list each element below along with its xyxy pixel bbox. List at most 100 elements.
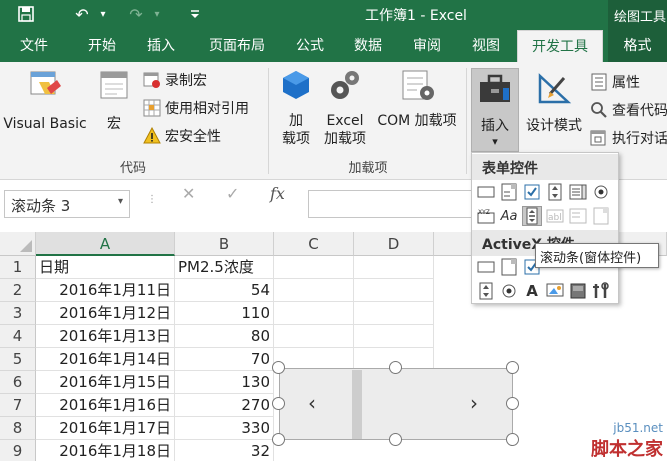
scrollbar-form-control[interactable]: ‹ › [279, 368, 513, 440]
scroll-thumb[interactable] [352, 370, 362, 439]
redo-dropdown-icon[interactable]: ▾ [150, 3, 164, 25]
macros-button[interactable]: 宏 [92, 68, 136, 134]
enter-icon[interactable]: ✓ [226, 184, 239, 203]
visual-basic-button[interactable]: Visual Basic [2, 68, 88, 134]
resize-handle-top-right[interactable] [506, 361, 519, 374]
button-control-icon[interactable] [476, 182, 496, 202]
resize-handle-middle-left[interactable] [272, 397, 285, 410]
text-field-control-icon[interactable]: abl [545, 206, 565, 226]
cell-d3[interactable] [354, 302, 434, 325]
cell-a2[interactable]: 2016年1月11日 [36, 279, 175, 302]
combo-dropdown-edit-control-icon[interactable] [591, 206, 611, 226]
customize-qat-icon[interactable] [186, 3, 204, 25]
activex-image-icon[interactable] [545, 281, 565, 301]
row-header-8[interactable]: 8 [0, 417, 36, 440]
name-box-dropdown-icon[interactable]: ▾ [118, 196, 123, 207]
undo-icon[interactable]: ↶ [70, 3, 94, 25]
cell-b1[interactable]: PM2.5浓度 [175, 256, 274, 279]
select-all-corner[interactable] [0, 232, 36, 256]
resize-handle-middle-right[interactable] [506, 397, 519, 410]
row-header-9[interactable]: 9 [0, 440, 36, 461]
tab-file[interactable]: 文件 [10, 30, 58, 62]
resize-handle-bottom-middle[interactable] [389, 433, 402, 446]
cell-a3[interactable]: 2016年1月12日 [36, 302, 175, 325]
row-header-4[interactable]: 4 [0, 325, 36, 348]
use-relative-refs-button[interactable]: 使用相对引用 [143, 98, 249, 118]
cell-b4[interactable]: 80 [175, 325, 274, 348]
resize-handle-bottom-right[interactable] [506, 433, 519, 446]
tab-data[interactable]: 数据 [344, 30, 392, 62]
tab-page-layout[interactable]: 页面布局 [200, 30, 274, 62]
scroll-left-arrow[interactable]: ‹ [308, 391, 316, 415]
checkbox-control-icon[interactable] [522, 182, 542, 202]
combo-list-edit-control-icon[interactable] [568, 206, 588, 226]
cell-a6[interactable]: 2016年1月15日 [36, 371, 175, 394]
group-box-control-icon[interactable]: XYZ [476, 206, 496, 226]
cell-a7[interactable]: 2016年1月16日 [36, 394, 175, 417]
run-dialog-button[interactable]: 执行对话 [590, 128, 667, 148]
cancel-icon[interactable]: ✕ [182, 184, 195, 203]
row-header-6[interactable]: 6 [0, 371, 36, 394]
addins-button[interactable]: 加 载项 [276, 68, 316, 148]
cell-a8[interactable]: 2016年1月17日 [36, 417, 175, 440]
tab-insert[interactable]: 插入 [137, 30, 185, 62]
cell-b8[interactable]: 330 [175, 417, 274, 440]
cell-c2[interactable] [274, 279, 354, 302]
activex-label-icon[interactable]: A [522, 281, 542, 301]
row-header-1[interactable]: 1 [0, 256, 36, 279]
activex-more-controls-icon[interactable] [591, 281, 611, 301]
excel-addins-button[interactable]: Excel 加载项 [318, 68, 372, 148]
column-header-b[interactable]: B [175, 232, 274, 256]
cell-a5[interactable]: 2016年1月14日 [36, 348, 175, 371]
view-code-button[interactable]: 查看代码 [590, 100, 667, 120]
column-header-a[interactable]: A [36, 232, 175, 256]
cell-b5[interactable]: 70 [175, 348, 274, 371]
column-header-d[interactable]: D [354, 232, 434, 256]
row-header-7[interactable]: 7 [0, 394, 36, 417]
scroll-right-arrow[interactable]: › [470, 391, 478, 415]
cell-d2[interactable] [354, 279, 434, 302]
activex-toggle-button-icon[interactable] [568, 281, 588, 301]
tab-format[interactable]: 格式 [608, 30, 667, 62]
record-macro-button[interactable]: 录制宏 [143, 70, 207, 90]
name-box[interactable]: 滚动条 3 ▾ [4, 190, 130, 218]
formula-input[interactable] [308, 190, 478, 218]
activex-option-button-icon[interactable] [499, 281, 519, 301]
resize-handle-bottom-left[interactable] [272, 433, 285, 446]
cell-b6[interactable]: 130 [175, 371, 274, 394]
redo-icon[interactable]: ↷ [124, 3, 148, 25]
cell-c4[interactable] [274, 325, 354, 348]
com-addins-button[interactable]: COM 加载项 [372, 68, 462, 130]
cell-c1[interactable] [274, 256, 354, 279]
tab-developer[interactable]: 开发工具 [517, 30, 603, 62]
cell-a1[interactable]: 日期 [36, 256, 175, 279]
tab-review[interactable]: 审阅 [403, 30, 451, 62]
spin-button-control-icon[interactable] [545, 182, 565, 202]
list-box-control-icon[interactable] [568, 182, 588, 202]
activex-combo-box-icon[interactable] [499, 257, 519, 277]
tab-formulas[interactable]: 公式 [286, 30, 334, 62]
properties-button[interactable]: 属性 [590, 72, 640, 92]
row-header-2[interactable]: 2 [0, 279, 36, 302]
undo-dropdown-icon[interactable]: ▾ [96, 3, 110, 25]
label-control-icon[interactable]: Aa [499, 206, 519, 226]
tab-home[interactable]: 开始 [78, 30, 126, 62]
activex-spin-button-icon[interactable] [476, 281, 496, 301]
tab-view[interactable]: 视图 [462, 30, 510, 62]
cell-b9[interactable]: 32 [175, 440, 274, 461]
row-header-3[interactable]: 3 [0, 302, 36, 325]
design-mode-button[interactable]: 设计模式 [522, 72, 586, 136]
resize-handle-top-left[interactable] [272, 361, 285, 374]
column-header-c[interactable]: C [274, 232, 354, 256]
cell-b7[interactable]: 270 [175, 394, 274, 417]
cell-d4[interactable] [354, 325, 434, 348]
row-header-5[interactable]: 5 [0, 348, 36, 371]
macro-security-button[interactable]: 宏安全性 [143, 126, 221, 146]
insert-function-icon[interactable]: fx [270, 184, 285, 203]
option-button-control-icon[interactable] [591, 182, 611, 202]
cell-a9[interactable]: 2016年1月18日 [36, 440, 175, 461]
resize-handle-top-middle[interactable] [389, 361, 402, 374]
cell-d1[interactable] [354, 256, 434, 279]
cell-a4[interactable]: 2016年1月13日 [36, 325, 175, 348]
cell-b2[interactable]: 54 [175, 279, 274, 302]
